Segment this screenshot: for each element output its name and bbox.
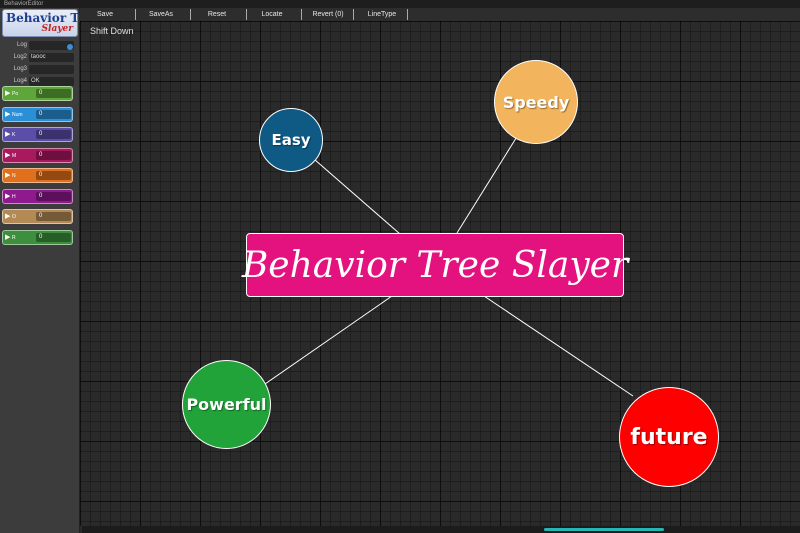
log3-row: Log3 xyxy=(0,64,80,75)
revert-button[interactable]: Revert (0) xyxy=(302,9,354,20)
node-speedy[interactable]: Speedy xyxy=(494,60,578,144)
play-icon[interactable]: ▶ xyxy=(5,89,10,97)
control-label: K xyxy=(12,132,16,138)
log-label: Log xyxy=(16,42,27,48)
toolbar-separator xyxy=(407,9,408,20)
control-value-field[interactable]: 0 xyxy=(36,212,71,221)
edge-powerful[interactable] xyxy=(264,295,393,385)
control-label: M xyxy=(12,152,17,159)
control-label: N xyxy=(12,173,16,179)
play-icon[interactable]: ▶ xyxy=(5,110,10,118)
control-m[interactable]: ▶ M 0 xyxy=(2,147,73,163)
scrollbar-thumb[interactable] xyxy=(544,528,664,531)
log2-row: Log2 taooc xyxy=(0,52,80,63)
app-logo: Behavior Tree Slayer xyxy=(2,9,100,37)
locate-button[interactable]: Locate xyxy=(247,9,297,20)
control-label: Po xyxy=(12,91,19,97)
control-value-field[interactable]: 0 xyxy=(36,232,71,242)
node-easy-label: Easy xyxy=(271,131,311,149)
play-icon[interactable]: ▶ xyxy=(5,192,10,200)
window-title: BehaviorEditor xyxy=(0,0,800,8)
play-icon[interactable]: ▶ xyxy=(5,171,10,179)
control-value-field[interactable]: 0 xyxy=(36,130,71,139)
node-easy[interactable]: Easy xyxy=(259,108,323,172)
control-value-field[interactable]: 0 xyxy=(36,150,71,160)
control-value-field[interactable]: 0 xyxy=(36,109,71,119)
node-future-label: future xyxy=(630,424,708,450)
control-label: O xyxy=(12,214,16,220)
control-label: H xyxy=(12,193,16,200)
sidebar: Behavior Tree Slayer Log Log2 taooc Log3… xyxy=(0,8,100,533)
node-speedy-label: Speedy xyxy=(502,92,570,112)
control-value-field[interactable]: 0 xyxy=(36,171,71,180)
node-root[interactable]: Behavior Tree Slayer xyxy=(242,233,628,297)
save-as-button[interactable]: SaveAs xyxy=(136,9,186,20)
save-button[interactable]: Save xyxy=(80,9,130,20)
horizontal-scrollbar[interactable] xyxy=(82,526,800,533)
control-h[interactable]: ▶ H 0 xyxy=(2,188,73,204)
node-root-label: Behavior Tree Slayer xyxy=(241,244,629,286)
log4-field[interactable]: OK xyxy=(29,77,74,86)
logo-subtitle: Slayer xyxy=(41,24,73,34)
node-powerful[interactable]: Powerful xyxy=(182,360,271,449)
node-canvas[interactable]: Shift Down Easy Speedy Powerful future B… xyxy=(80,21,800,526)
control-k[interactable]: ▶ K 0 xyxy=(2,127,73,142)
control-num[interactable]: ▶ Num 0 xyxy=(2,106,73,122)
control-n[interactable]: ▶ N 0 xyxy=(2,168,73,183)
toolbar: Save SaveAs Reset Locate Revert (0) Line… xyxy=(80,8,800,21)
play-icon[interactable]: ▶ xyxy=(5,130,10,138)
play-icon[interactable]: ▶ xyxy=(5,233,10,241)
line-type-button[interactable]: LineType xyxy=(354,9,410,20)
log2-label: Log2 xyxy=(13,54,27,60)
control-value-field[interactable]: 0 xyxy=(36,89,71,98)
play-icon[interactable]: ▶ xyxy=(5,212,10,220)
play-icon[interactable]: ▶ xyxy=(5,151,10,159)
control-value-field[interactable]: 0 xyxy=(36,191,71,201)
log-row: Log xyxy=(0,40,80,51)
control-label: Num xyxy=(12,111,23,118)
reset-button[interactable]: Reset xyxy=(191,9,243,20)
log3-field[interactable] xyxy=(29,65,74,74)
node-powerful-label: Powerful xyxy=(186,395,267,414)
control-po[interactable]: ▶ Po 0 xyxy=(2,86,73,101)
control-r[interactable]: ▶ R 0 xyxy=(2,229,73,245)
log3-label: Log3 xyxy=(13,66,27,72)
log-status-dot-icon xyxy=(67,44,73,50)
node-future[interactable]: future xyxy=(619,387,719,487)
edge-future[interactable] xyxy=(483,295,634,397)
control-o[interactable]: ▶ O 0 xyxy=(2,209,73,224)
edge-speedy[interactable] xyxy=(456,134,519,234)
log2-field[interactable]: taooc xyxy=(29,53,74,62)
control-label: R xyxy=(12,234,16,241)
